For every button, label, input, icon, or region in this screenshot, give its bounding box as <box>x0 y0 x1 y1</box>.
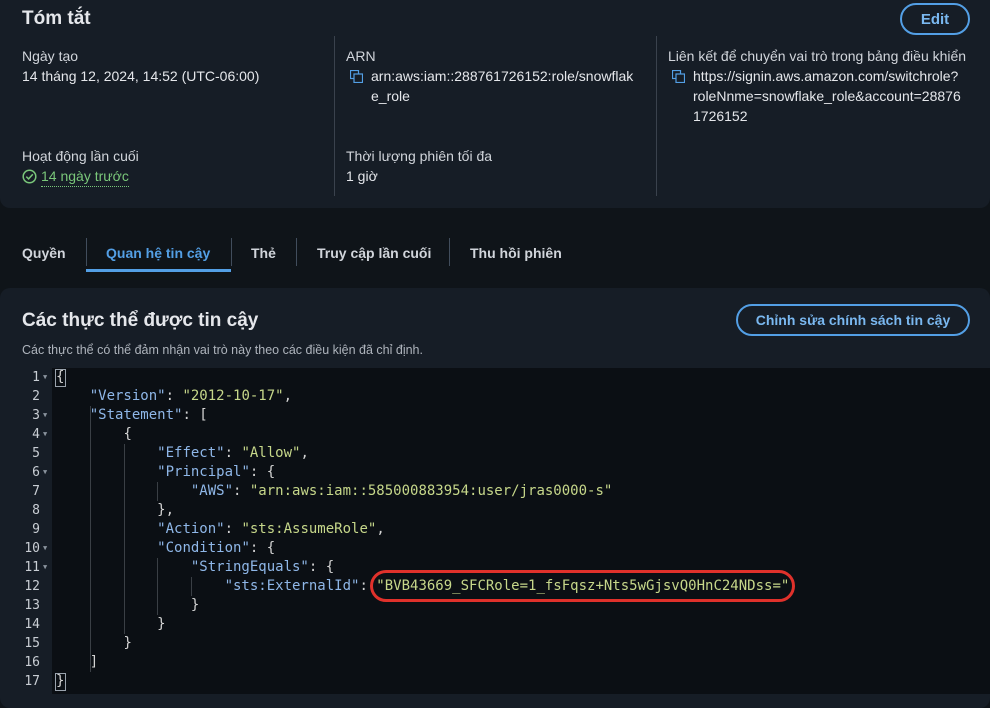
column-divider <box>656 36 657 196</box>
line-number: 11 <box>24 560 40 575</box>
code-line: } <box>123 635 132 651</box>
code-line: "Statement": [ <box>89 407 208 423</box>
tab-bar: Quyền Quan hệ tin cậy Thẻ Truy cập lần c… <box>0 236 990 274</box>
policy-code-editor[interactable]: 1 2 3 4 5 6 7 8 9 10 11 12 13 14 15 16 1… <box>0 368 990 694</box>
tab-tags[interactable]: Thẻ <box>251 236 276 270</box>
tab-last-accessed[interactable]: Truy cập lần cuối <box>317 236 431 270</box>
created-value: 14 tháng 12, 2024, 14:52 (UTC-06:00) <box>22 68 260 84</box>
line-number: 10 <box>24 541 40 556</box>
edit-button[interactable]: Edit <box>900 3 970 35</box>
copy-icon[interactable] <box>350 70 363 83</box>
active-tab-indicator <box>86 269 231 272</box>
tab-trust-relationships[interactable]: Quan hệ tin cậy <box>106 236 210 270</box>
summary-panel: Tóm tắt Edit Ngày tạo 14 tháng 12, 2024,… <box>0 0 990 208</box>
line-number: 5 <box>32 446 40 461</box>
max-session-label: Thời lượng phiên tối đa <box>346 148 493 164</box>
switch-role-link-line1[interactable]: https://signin.aws.amazon.com/switchrole… <box>693 66 958 86</box>
fold-toggle-icon[interactable]: ▼ <box>43 406 47 425</box>
line-number: 15 <box>24 636 40 651</box>
code-line: "Condition": { <box>157 540 276 556</box>
code-line: "Principal": { <box>157 464 276 480</box>
fold-toggle-icon[interactable]: ▼ <box>43 463 47 482</box>
line-number: 3 <box>32 408 40 423</box>
tab-divider <box>296 238 297 266</box>
trusted-entities-description: Các thực thể có thể đảm nhận vai trò này… <box>22 343 423 357</box>
line-number: 9 <box>32 522 40 537</box>
tab-divider <box>449 238 450 266</box>
arn-value-line1: arn:aws:iam::288761726152:role/snowflak <box>371 68 634 84</box>
trusted-entities-title: Các thực thể được tin cậy <box>22 310 259 331</box>
code-line: "Effect": "Allow", <box>157 445 309 461</box>
copy-icon[interactable] <box>672 70 685 83</box>
code-line: { <box>123 426 132 442</box>
code-line: } <box>157 616 166 632</box>
last-activity-text: 14 ngày trước <box>41 166 129 187</box>
tab-revoke-sessions[interactable]: Thu hồi phiên <box>470 236 562 270</box>
line-number: 7 <box>32 484 40 499</box>
fold-toggle-icon[interactable]: ▼ <box>43 425 47 444</box>
code-line: "Version": "2012-10-17", <box>89 388 293 404</box>
column-divider <box>334 36 335 196</box>
code-line: "Action": "sts:AssumeRole", <box>157 521 385 537</box>
code-line: { <box>56 369 65 385</box>
line-number: 13 <box>24 598 40 613</box>
code-line: }, <box>157 502 175 518</box>
last-activity-label: Hoạt động lần cuối <box>22 148 139 164</box>
switch-role-link-line2[interactable]: roleNnme=snowflake_role&account=28876 <box>693 86 961 106</box>
arn-value-line2: e_role <box>371 88 410 104</box>
code-line: "AWS": "arn:aws:iam::585000883954:user/j… <box>190 483 613 499</box>
code-line: } <box>56 673 65 689</box>
line-number: 14 <box>24 617 40 632</box>
line-number: 12 <box>24 579 40 594</box>
tab-divider <box>86 238 87 266</box>
switch-role-link-label: Liên kết để chuyển vai trò trong bảng đi… <box>668 48 967 64</box>
switch-role-link-line3[interactable]: 1726152 <box>693 106 748 126</box>
summary-title: Tóm tắt <box>22 8 91 29</box>
created-label: Ngày tạo <box>22 48 79 64</box>
code-line: "StringEquals": { <box>190 559 335 575</box>
last-activity-value: 14 ngày trước <box>22 166 129 187</box>
line-number: 17 <box>24 674 40 689</box>
check-circle-icon <box>22 169 37 184</box>
edit-trust-policy-button[interactable]: Chỉnh sửa chính sách tin cậy <box>736 304 970 336</box>
line-number: 8 <box>32 503 40 518</box>
code-line: } <box>190 597 200 613</box>
arn-label: ARN <box>346 48 376 64</box>
line-number: 6 <box>32 465 40 480</box>
max-session-value: 1 giờ <box>346 168 378 184</box>
code-line: ] <box>89 654 99 670</box>
tab-divider <box>231 238 232 266</box>
line-number: 16 <box>24 655 40 670</box>
fold-toggle-icon[interactable]: ▼ <box>43 368 47 387</box>
line-number: 4 <box>32 427 40 442</box>
fold-toggle-icon[interactable]: ▼ <box>43 558 47 577</box>
tab-permissions[interactable]: Quyền <box>22 236 66 270</box>
line-number: 1 <box>32 370 40 385</box>
external-id-highlight <box>370 570 796 602</box>
fold-toggle-icon[interactable]: ▼ <box>43 539 47 558</box>
line-number: 2 <box>32 389 40 404</box>
